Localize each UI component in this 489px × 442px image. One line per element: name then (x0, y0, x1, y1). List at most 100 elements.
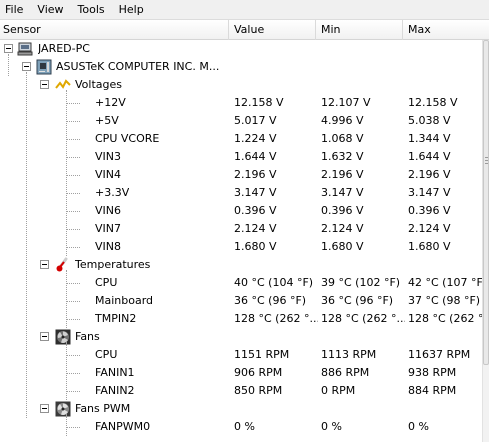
column-sensor[interactable]: Sensor (0, 20, 229, 40)
tree-connector (66, 342, 67, 400)
sensor-max: 1.644 V (408, 150, 451, 163)
sensor-min: 886 RPM (321, 366, 370, 379)
tree-connector (66, 414, 67, 436)
computer-name: JARED-PC (38, 42, 90, 55)
sensor-max: 42 °C (107 °F) (408, 276, 482, 289)
motherboard-icon (36, 59, 52, 75)
tree-connector (66, 121, 80, 122)
sensor-min: 0.396 V (321, 204, 364, 217)
sensor-row[interactable]: CPU VCORE 1.224 V 1.068 V 1.344 V (0, 130, 482, 148)
sensor-name: TMPIN2 (95, 312, 137, 325)
tree-node-fans[interactable]: Fans (0, 328, 482, 346)
menu-tools[interactable]: Tools (71, 0, 112, 20)
tree-node-fans-pwm[interactable]: Fans PWM (0, 400, 482, 418)
tree-connector (66, 229, 80, 230)
sensor-row[interactable]: VIN7 2.124 V 2.124 V 2.124 V (0, 220, 482, 238)
sensor-min: 3.147 V (321, 186, 364, 199)
group-label: Voltages (75, 78, 122, 91)
menu-file[interactable]: File (0, 0, 30, 20)
sensor-min: 1.680 V (321, 240, 364, 253)
tree-connector (66, 270, 67, 328)
sensor-row[interactable]: FANIN1 906 RPM 886 RPM 938 RPM (0, 364, 482, 382)
sensor-min: 36 °C (96 °F) (321, 294, 394, 307)
collapse-toggle[interactable] (22, 62, 31, 71)
sensor-max: 0 % (408, 420, 429, 433)
sensor-value: 40 °C (104 °F) (234, 276, 314, 289)
sensor-value: 5.017 V (234, 114, 277, 127)
tree-connector (66, 211, 80, 212)
tree-connector (66, 139, 80, 140)
tree-node-voltages[interactable]: Voltages (0, 76, 482, 94)
sensor-name: VIN3 (95, 150, 121, 163)
tree-connector (66, 103, 80, 104)
sensor-max: 2.196 V (408, 168, 451, 181)
tree-connector (66, 283, 80, 284)
sensor-max: 884 RPM (408, 384, 457, 397)
tree-connector (66, 90, 67, 256)
fan-pwm-icon (55, 401, 71, 417)
sensor-max: 3.147 V (408, 186, 451, 199)
column-min[interactable]: Min (316, 20, 403, 40)
sensor-max: 11637 RPM (408, 348, 471, 361)
sensor-name: +5V (95, 114, 119, 127)
sensor-row[interactable]: CPU 40 °C (104 °F) 39 °C (102 °F) 42 °C (10… (0, 274, 482, 292)
sensor-name: VIN8 (95, 240, 121, 253)
sensor-row[interactable]: VIN6 0.396 V 0.396 V 0.396 V (0, 202, 482, 220)
scrollbar-thumb[interactable] (483, 40, 489, 365)
sensor-row[interactable]: Mainboard 36 °C (96 °F) 36 °C (96 °F) 37 °C… (0, 292, 482, 310)
menu-help[interactable]: Help (112, 0, 151, 20)
sensor-name: FANPWM0 (95, 420, 151, 433)
column-value[interactable]: Value (229, 20, 316, 40)
sensor-min: 1.632 V (321, 150, 364, 163)
sensor-min: 39 °C (102 °F) (321, 276, 401, 289)
sensor-row[interactable]: TMPIN2 128 °C (262 °... 128 °C (262 °... 12… (0, 310, 482, 328)
sensor-name: FANIN2 (95, 384, 135, 397)
tree-node-board[interactable]: ASUSTeK COMPUTER INC. M... (0, 58, 482, 76)
sensor-min: 1113 RPM (321, 348, 377, 361)
tree-node-computer[interactable]: JARED-PC (0, 40, 482, 58)
collapse-toggle[interactable] (40, 80, 49, 89)
sensor-max: 1.680 V (408, 240, 451, 253)
column-max[interactable]: Max (403, 20, 489, 40)
sensor-max: 128 °C (262 °... (408, 312, 482, 325)
sensor-value: 2.196 V (234, 168, 277, 181)
sensor-value: 1.224 V (234, 132, 277, 145)
collapse-toggle[interactable] (40, 260, 49, 269)
sensor-min: 2.196 V (321, 168, 364, 181)
sensor-value: 3.147 V (234, 186, 277, 199)
vertical-scrollbar[interactable] (482, 40, 489, 442)
scrollbar-grip-line (485, 160, 488, 161)
collapse-toggle[interactable] (40, 332, 49, 341)
tree-connector (8, 54, 9, 76)
tree-node-temperatures[interactable]: Temperatures (0, 256, 482, 274)
sensor-row[interactable]: VIN3 1.644 V 1.632 V 1.644 V (0, 148, 482, 166)
sensor-row[interactable]: VIN4 2.196 V 2.196 V 2.196 V (0, 166, 482, 184)
sensor-value: 2.124 V (234, 222, 277, 235)
sensor-max: 37 °C (98 °F) (408, 294, 481, 307)
sensor-row[interactable]: +5V 5.017 V 4.996 V 5.038 V (0, 112, 482, 130)
sensor-row[interactable]: VIN8 1.680 V 1.680 V 1.680 V (0, 238, 482, 256)
thermometer-icon (55, 257, 71, 273)
menu-view[interactable]: View (30, 0, 70, 20)
sensor-name: CPU VCORE (95, 132, 160, 145)
sensor-row[interactable]: +3.3V 3.147 V 3.147 V 3.147 V (0, 184, 482, 202)
sensor-row[interactable]: FANIN2 850 RPM 0 RPM 884 RPM (0, 382, 482, 400)
sensor-value: 36 °C (96 °F) (234, 294, 307, 307)
fan-icon (55, 329, 71, 345)
sensor-row[interactable]: +12V 12.158 V 12.107 V 12.158 V (0, 94, 482, 112)
sensor-row[interactable]: CPU 1151 RPM 1113 RPM 11637 RPM (0, 346, 482, 364)
sensor-value: 1151 RPM (234, 348, 290, 361)
sensor-min: 4.996 V (321, 114, 364, 127)
board-name: ASUSTeK COMPUTER INC. M... (56, 60, 220, 73)
sensor-value: 906 RPM (234, 366, 283, 379)
sensor-row[interactable]: FANPWM0 0 % 0 % 0 % (0, 418, 482, 436)
sensor-min: 1.068 V (321, 132, 364, 145)
sensor-min: 2.124 V (321, 222, 364, 235)
collapse-toggle[interactable] (40, 404, 49, 413)
menu-bar: File View Tools Help (0, 0, 489, 20)
group-label: Fans PWM (75, 402, 131, 415)
sensor-min: 0 % (321, 420, 342, 433)
collapse-toggle[interactable] (4, 44, 13, 53)
tree-connector (66, 319, 80, 320)
sensor-max: 5.038 V (408, 114, 451, 127)
